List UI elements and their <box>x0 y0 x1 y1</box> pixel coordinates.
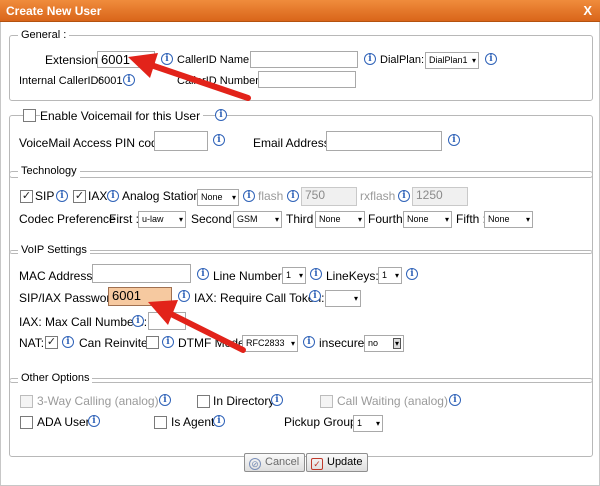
red-arrow-password <box>148 300 246 353</box>
annotation-arrows <box>128 53 251 353</box>
red-arrow-extension <box>128 53 251 101</box>
